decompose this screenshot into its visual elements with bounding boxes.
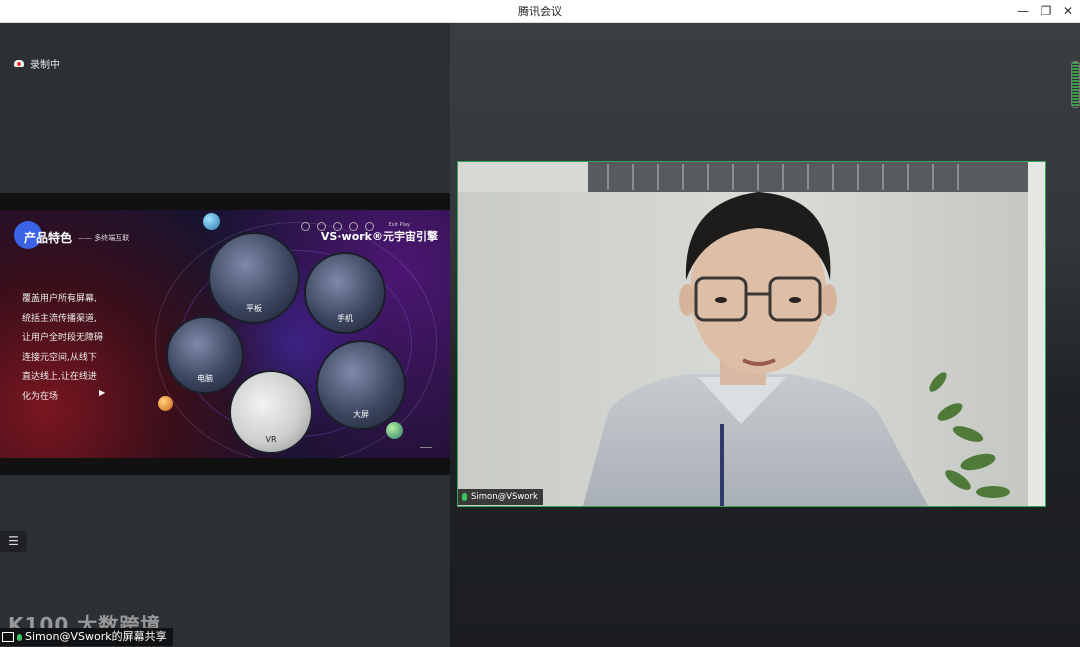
list-menu-button[interactable]: ☰: [0, 531, 27, 552]
device-pc: 电脑: [166, 316, 244, 394]
minimize-button[interactable]: —: [1012, 2, 1034, 20]
device-label: 平板: [246, 304, 262, 313]
device-phone: 手机: [304, 252, 386, 334]
description-line: 直达线上,让在线进: [22, 372, 97, 382]
description-line: 统括主流传播渠道,: [22, 313, 97, 324]
device-vr: VR: [229, 370, 313, 454]
description-line: 覆盖用户所有屏幕,: [22, 294, 97, 304]
planet-icon: [203, 213, 220, 230]
description-line: 让用户全时段无障碍: [22, 333, 104, 343]
device-label: 手机: [337, 314, 353, 323]
participant-video[interactable]: [457, 161, 1046, 507]
participant-video-image: [458, 162, 1045, 506]
screen-share-icon: [2, 632, 14, 642]
microphone-icon: [17, 633, 22, 641]
planet-icon: [386, 422, 403, 439]
cloud-record-icon: [14, 60, 24, 67]
device-label: 电脑: [197, 374, 213, 383]
screen-share-label: Simon@VSwork的屏幕共享: [25, 630, 167, 643]
restore-button[interactable]: ❐: [1035, 2, 1057, 20]
shared-slide: Exit Play 产品特色 —— 多终端互联 VS·work®元宇宙引擎 覆盖…: [0, 193, 450, 475]
planet-icon: [158, 396, 173, 411]
window-title: 腾讯会议: [518, 5, 562, 18]
title-bar: 腾讯会议 — ❐ ✕: [0, 0, 1080, 23]
description-line: 连接元空间,从线下: [22, 352, 97, 363]
device-tablet: 平板: [208, 232, 300, 324]
slide-content: Exit Play 产品特色 —— 多终端互联 VS·work®元宇宙引擎 覆盖…: [0, 210, 450, 458]
recording-indicator[interactable]: 录制中: [14, 56, 60, 71]
slide-divider: [420, 447, 432, 448]
device-bigscreen: 大屏: [316, 340, 406, 430]
microphone-icon: [462, 493, 467, 501]
description-line: 化为在场: [22, 391, 59, 402]
participant-name-tag: Simon@VSwork: [458, 489, 543, 505]
slide-description: 覆盖用户所有屏幕, 统括主流传播渠道, 让用户全时段无障碍 连接元空间,从线下 …: [22, 290, 132, 407]
recording-label: 录制中: [30, 60, 60, 71]
device-label: VR: [265, 435, 277, 444]
screen-share-tag: Simon@VSwork的屏幕共享: [0, 628, 173, 646]
volume-meter: [1071, 61, 1080, 108]
slide-subtitle: —— 多终端互联: [78, 234, 130, 242]
slide-title: 产品特色: [24, 231, 73, 245]
play-arrow-icon: ▶: [99, 388, 106, 397]
device-label: 大屏: [353, 410, 369, 419]
participant-name: Simon@VSwork: [471, 492, 538, 502]
close-button[interactable]: ✕: [1057, 2, 1079, 20]
